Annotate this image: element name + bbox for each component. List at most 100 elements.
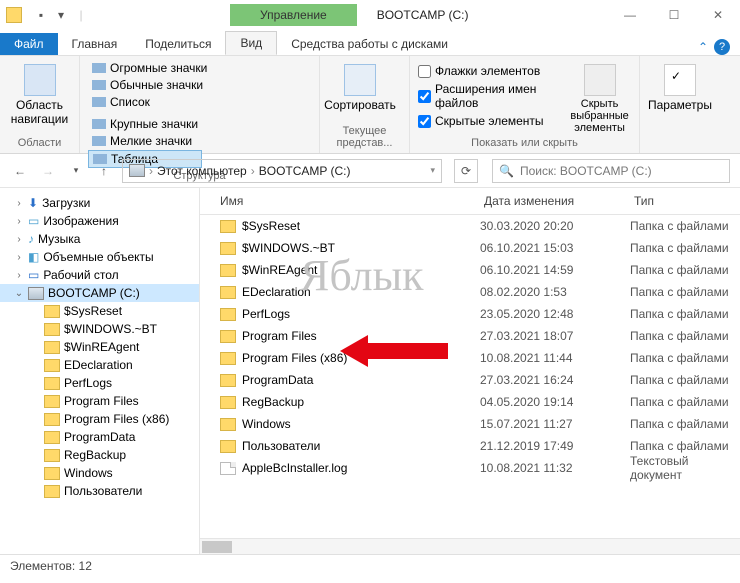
file-row[interactable]: $SysReset30.03.2020 20:20Папка с файлами (200, 215, 740, 237)
search-icon: 🔍 (499, 164, 514, 178)
hide-selected-button[interactable]: Скрыть выбранные элементы (568, 60, 631, 134)
help-icon[interactable]: ? (714, 39, 730, 55)
recent-locations[interactable]: ▾ (66, 161, 86, 181)
folder-icon (44, 413, 60, 426)
layout-small[interactable]: Мелкие значки (88, 133, 202, 149)
file-name: EDeclaration (242, 285, 311, 299)
file-row[interactable]: Program Files27.03.2021 18:07Папка с фай… (200, 325, 740, 347)
folder-icon (44, 467, 60, 480)
sort-icon (344, 64, 376, 96)
tree-folder[interactable]: $SysReset (0, 302, 199, 320)
file-date: 21.12.2019 17:49 (480, 439, 630, 453)
layout-huge[interactable]: Огромные значки (88, 60, 211, 76)
col-name[interactable]: Имя (200, 188, 480, 214)
file-name: RegBackup (242, 395, 304, 409)
file-name: $WinREAgent (242, 263, 317, 277)
folder-icon (44, 377, 60, 390)
folder-icon (220, 352, 236, 365)
search-box[interactable]: 🔍 Поиск: BOOTCAMP (C:) (492, 159, 730, 183)
tree-folder[interactable]: PerfLogs (0, 374, 199, 392)
tree-folder[interactable]: $WINDOWS.~BT (0, 320, 199, 338)
col-date[interactable]: Дата изменения (480, 188, 630, 214)
checkbox-item-flags[interactable]: Флажки элементов (418, 64, 562, 78)
tree-folder[interactable]: Program Files (0, 392, 199, 410)
context-tab-manage[interactable]: Управление (230, 4, 357, 26)
file-date: 27.03.2021 18:07 (480, 329, 630, 343)
file-type: Папка с файлами (630, 307, 740, 321)
tab-file[interactable]: Файл (0, 33, 58, 55)
file-row[interactable]: Windows15.07.2021 11:27Папка с файлами (200, 413, 740, 435)
folder-icon (44, 485, 60, 498)
content-area: ›⬇Загрузки ›▭Изображения ›♪Музыка ›◧Объе… (0, 188, 740, 554)
chevron-up-icon: ⌃ (698, 40, 708, 54)
tree-3d-objects[interactable]: ›◧Объемные объекты (0, 248, 199, 266)
sort-button[interactable]: Сортировать (328, 60, 392, 112)
tree-music[interactable]: ›♪Музыка (0, 230, 199, 248)
tree-folder[interactable]: RegBackup (0, 446, 199, 464)
group-panes-label: Области (8, 135, 71, 149)
checkbox-file-ext[interactable]: Расширения имен файлов (418, 82, 562, 110)
col-type[interactable]: Тип (630, 188, 740, 214)
checkbox[interactable] (418, 65, 431, 78)
navigation-pane-label: Область навигации (8, 98, 71, 126)
checkbox[interactable] (418, 90, 431, 103)
tree-folder[interactable]: Program Files (x86) (0, 410, 199, 428)
back-button[interactable]: ← (10, 161, 30, 181)
scroll-thumb[interactable] (202, 541, 232, 553)
file-name: $SysReset (242, 219, 300, 233)
file-name: Пользователи (242, 439, 320, 453)
file-icon (220, 462, 236, 475)
file-type: Папка с файлами (630, 439, 740, 453)
qat-dropdown[interactable]: ▾ (52, 6, 70, 24)
tab-disk-tools[interactable]: Средства работы с дисками (277, 33, 462, 55)
qat-item[interactable]: ▪ (32, 6, 50, 24)
minimize-button[interactable]: — (608, 0, 652, 30)
file-row[interactable]: AppleBcInstaller.log10.08.2021 11:32Текс… (200, 457, 740, 479)
refresh-button[interactable]: ⟳ (454, 159, 478, 183)
layout-list[interactable]: Список (88, 94, 211, 110)
file-name: AppleBcInstaller.log (242, 461, 347, 475)
scrollbar-horizontal[interactable] (200, 538, 740, 554)
column-headers: Имя Дата изменения Тип (200, 188, 740, 215)
tab-home[interactable]: Главная (58, 33, 132, 55)
file-row[interactable]: PerfLogs23.05.2020 12:48Папка с файлами (200, 303, 740, 325)
breadcrumb-bar[interactable]: › Этот компьютер › BOOTCAMP (C:) ▾ (122, 159, 442, 183)
file-row[interactable]: ProgramData27.03.2021 16:24Папка с файла… (200, 369, 740, 391)
file-row[interactable]: EDeclaration08.02.2020 1:53Папка с файла… (200, 281, 740, 303)
options-button[interactable]: ✓ Параметры (648, 60, 712, 112)
crumb-pc[interactable]: Этот компьютер (157, 164, 247, 178)
tree-folder[interactable]: Пользователи (0, 482, 199, 500)
tree-folder[interactable]: $WinREAgent (0, 338, 199, 356)
navigation-pane-button[interactable]: Область навигации (8, 60, 71, 126)
tree-folder[interactable]: EDeclaration (0, 356, 199, 374)
file-row[interactable]: Program Files (x86)10.08.2021 11:44Папка… (200, 347, 740, 369)
desktop-icon: ▭ (28, 268, 39, 282)
forward-button[interactable]: → (38, 161, 58, 181)
checkbox-hidden-items[interactable]: Скрытые элементы (418, 114, 562, 128)
navigation-tree[interactable]: ›⬇Загрузки ›▭Изображения ›♪Музыка ›◧Объе… (0, 188, 200, 554)
chevron-down-icon[interactable]: ▾ (430, 165, 435, 176)
file-row[interactable]: $WinREAgent06.10.2021 14:59Папка с файла… (200, 259, 740, 281)
titlebar: ▪ ▾ | Управление BOOTCAMP (C:) — ☐ ✕ (0, 0, 740, 30)
layout-large[interactable]: Крупные значки (88, 116, 202, 132)
file-list[interactable]: Имя Дата изменения Тип $SysReset30.03.20… (200, 188, 740, 554)
file-row[interactable]: RegBackup04.05.2020 19:14Папка с файлами (200, 391, 740, 413)
tree-folder[interactable]: Windows (0, 464, 199, 482)
tree-images[interactable]: ›▭Изображения (0, 212, 199, 230)
tree-drive[interactable]: ⌄BOOTCAMP (C:) (0, 284, 199, 302)
maximize-button[interactable]: ☐ (652, 0, 696, 30)
file-row[interactable]: $WINDOWS.~BT06.10.2021 15:03Папка с файл… (200, 237, 740, 259)
tree-downloads[interactable]: ›⬇Загрузки (0, 194, 199, 212)
up-button[interactable]: ↑ (94, 161, 114, 181)
layout-medium[interactable]: Обычные значки (88, 77, 211, 93)
crumb-drive[interactable]: BOOTCAMP (C:) (259, 164, 351, 178)
close-button[interactable]: ✕ (696, 0, 740, 30)
folder-icon (220, 418, 236, 431)
checkbox[interactable] (418, 115, 431, 128)
ribbon-collapse[interactable]: ⌃ ? (698, 39, 740, 55)
folder-icon (220, 396, 236, 409)
tab-share[interactable]: Поделиться (131, 33, 225, 55)
tree-desktop[interactable]: ›▭Рабочий стол (0, 266, 199, 284)
tab-view[interactable]: Вид (225, 31, 277, 55)
tree-folder[interactable]: ProgramData (0, 428, 199, 446)
